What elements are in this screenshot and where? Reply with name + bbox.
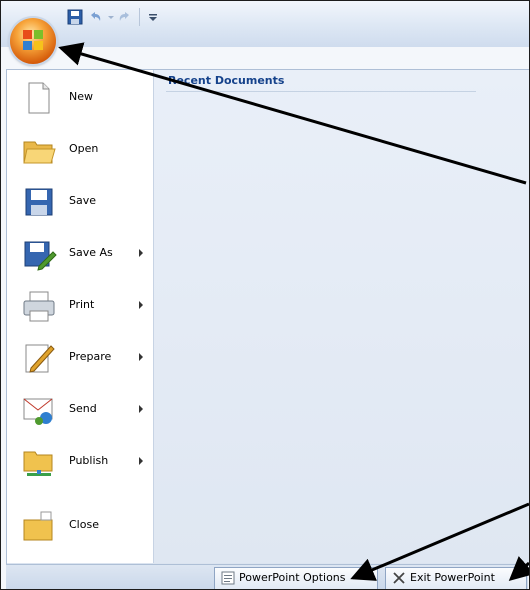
- powerpoint-options-button[interactable]: PowerPoint Options: [214, 567, 378, 589]
- submenu-arrow-icon: [139, 249, 143, 257]
- recent-documents-title: Recent Documents: [168, 74, 285, 87]
- submenu-arrow-icon: [139, 457, 143, 465]
- menu-item-label: Open: [69, 142, 99, 155]
- toolbar-separator: [139, 8, 140, 26]
- menu-item-save-as[interactable]: Save As: [7, 228, 153, 280]
- close-icon: [393, 572, 405, 584]
- menu-item-close[interactable]: Close: [7, 500, 153, 552]
- menu-footer: PowerPoint Options Exit PowerPoint: [6, 564, 528, 589]
- submenu-arrow-icon: [139, 353, 143, 361]
- menu-item-print[interactable]: Print: [7, 280, 153, 332]
- menu-item-prepare[interactable]: Prepare: [7, 332, 153, 384]
- undo-icon[interactable]: [87, 9, 103, 25]
- open-folder-icon: [23, 141, 56, 164]
- send-icon: [23, 398, 53, 425]
- submenu-arrow-icon: [139, 301, 143, 309]
- prepare-pen-icon: [25, 344, 55, 373]
- menu-item-send[interactable]: Send: [7, 384, 153, 436]
- submenu-arrow-icon: [139, 405, 143, 413]
- menu-item-label: Send: [69, 402, 97, 415]
- menu-item-label: New: [69, 90, 93, 103]
- close-folder-icon: [23, 511, 53, 541]
- exit-powerpoint-button[interactable]: Exit PowerPoint: [385, 567, 527, 589]
- customize-toolbar-icon[interactable]: [145, 9, 161, 25]
- redo-icon[interactable]: [117, 9, 133, 25]
- menu-item-new[interactable]: New: [7, 72, 153, 124]
- menu-item-label: Close: [69, 518, 99, 531]
- floppy-disk-icon: [25, 188, 53, 216]
- menu-item-open[interactable]: Open: [7, 124, 153, 176]
- menu-commands: New Open Save Save As Print Prepare Send…: [7, 70, 154, 563]
- new-document-icon: [28, 82, 50, 114]
- menu-item-label: Prepare: [69, 350, 112, 363]
- office-button[interactable]: [10, 18, 56, 64]
- quick-access-toolbar: [1, 1, 529, 47]
- save-as-icon: [24, 241, 57, 271]
- menu-item-label: Save As: [69, 246, 113, 259]
- publish-icon: [23, 451, 53, 476]
- options-icon: [221, 571, 235, 585]
- menu-item-save[interactable]: Save: [7, 176, 153, 228]
- printer-icon: [23, 291, 55, 322]
- menu-item-publish[interactable]: Publish: [7, 436, 153, 488]
- menu-item-label: Save: [69, 194, 97, 207]
- options-label: PowerPoint Options: [239, 571, 346, 584]
- office-logo-icon: [23, 30, 43, 50]
- exit-label: Exit PowerPoint: [410, 571, 495, 584]
- save-icon[interactable]: [67, 9, 83, 25]
- menu-item-label: Publish: [69, 454, 109, 467]
- divider: [166, 91, 476, 92]
- menu-item-label: Print: [69, 298, 95, 311]
- recent-documents-pane: Recent Documents: [154, 70, 529, 563]
- application-window: New Open Save Save As Print Prepare Send…: [0, 0, 530, 590]
- office-menu: New Open Save Save As Print Prepare Send…: [6, 69, 529, 566]
